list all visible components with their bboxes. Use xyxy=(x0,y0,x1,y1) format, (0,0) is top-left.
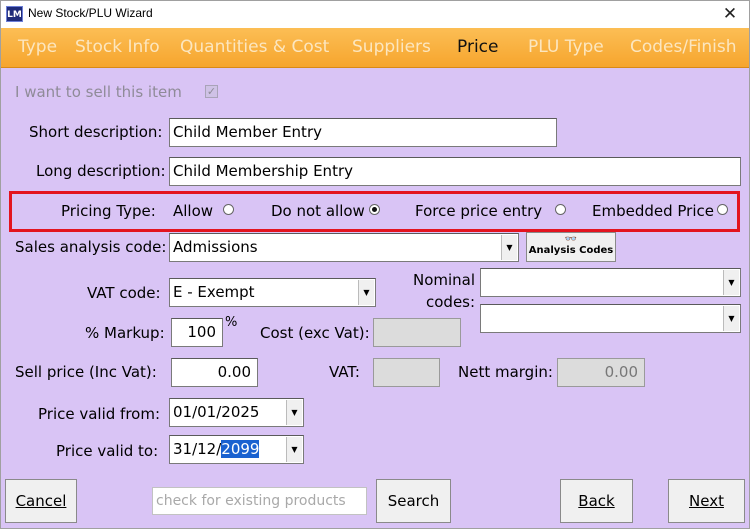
pricing-option-embedded-price-radio[interactable] xyxy=(717,204,728,215)
nett-margin-label: Nett margin: xyxy=(458,363,553,381)
short-description-label: Short description: xyxy=(29,123,163,141)
nominal-code-select-2[interactable]: ▼ xyxy=(480,304,741,333)
search-button[interactable]: Search xyxy=(376,479,451,523)
nominal-codes-label-line1: Nominal xyxy=(413,271,476,289)
tab-suppliers[interactable]: Suppliers xyxy=(352,37,431,57)
nominal-codes-label-line2: codes: xyxy=(426,293,476,311)
chevron-down-icon[interactable]: ▼ xyxy=(286,400,302,425)
markup-input[interactable]: 100 xyxy=(171,318,223,347)
pricing-option-do-not-allow-label: Do not allow xyxy=(271,202,365,220)
vat-code-label: VAT code: xyxy=(87,284,161,302)
title-bar: LM New Stock/PLU Wizard ✕ xyxy=(1,1,749,28)
short-description-input[interactable]: Child Member Entry xyxy=(169,118,557,147)
vat-input xyxy=(373,358,440,387)
chevron-down-icon[interactable]: ▼ xyxy=(286,437,302,462)
next-button[interactable]: Next xyxy=(668,479,745,523)
cost-label: Cost (exc Vat): xyxy=(260,324,370,342)
wizard-steps: Type Stock Info Quantities & Cost Suppli… xyxy=(1,28,749,68)
vat-code-select[interactable]: E - Exempt ▼ xyxy=(169,278,376,307)
pricing-option-do-not-allow-radio[interactable] xyxy=(369,204,380,215)
pricing-type-label: Pricing Type: xyxy=(61,202,156,220)
tab-plu-type[interactable]: PLU Type xyxy=(528,37,604,57)
long-description-label: Long description: xyxy=(36,162,166,180)
sell-item-label: I want to sell this item xyxy=(15,83,182,101)
chevron-down-icon[interactable]: ▼ xyxy=(358,280,374,305)
sales-analysis-label: Sales analysis code: xyxy=(15,238,167,256)
nominal-code-select-1[interactable]: ▼ xyxy=(480,268,741,297)
price-valid-from-label: Price valid from: xyxy=(38,405,161,423)
price-valid-to-year-selected: 2099 xyxy=(221,440,260,458)
app-logo-icon: LM xyxy=(6,6,23,22)
analysis-codes-label: Analysis Codes xyxy=(528,245,614,256)
long-description-input[interactable]: Child Membership Entry xyxy=(169,157,741,186)
tab-type[interactable]: Type xyxy=(18,37,57,57)
pricing-option-allow-radio[interactable] xyxy=(223,204,234,215)
glasses-icon: 👓 xyxy=(564,234,578,245)
window-title: New Stock/PLU Wizard xyxy=(28,6,153,20)
chevron-down-icon[interactable]: ▼ xyxy=(723,306,739,331)
wizard-window: LM New Stock/PLU Wizard ✕ Type Stock Inf… xyxy=(0,0,750,529)
close-icon[interactable]: ✕ xyxy=(719,3,741,25)
sell-item-checkbox[interactable]: ✓ xyxy=(205,85,218,98)
markup-label: % Markup: xyxy=(85,324,165,342)
cost-input xyxy=(373,318,461,347)
tab-price[interactable]: Price xyxy=(457,37,498,57)
tab-quantities-cost[interactable]: Quantities & Cost xyxy=(180,37,329,57)
cancel-button[interactable]: Cancel xyxy=(5,479,77,523)
tab-stock-info[interactable]: Stock Info xyxy=(75,37,160,57)
price-valid-to-date[interactable]: 31/12/2099 ▼ xyxy=(169,435,304,464)
price-valid-from-value: 01/01/2025 xyxy=(173,403,260,421)
sales-analysis-select[interactable]: Admissions ▼ xyxy=(169,233,519,262)
sales-analysis-value: Admissions xyxy=(173,238,258,256)
back-button[interactable]: Back xyxy=(560,479,633,523)
analysis-codes-button[interactable]: 👓 Analysis Codes xyxy=(526,232,616,262)
price-valid-to-day-month: 31/12/ xyxy=(173,440,222,458)
pricing-option-allow-label: Allow xyxy=(173,202,214,220)
sell-price-label: Sell price (Inc Vat): xyxy=(15,363,157,381)
sell-price-input[interactable]: 0.00 xyxy=(171,358,258,387)
vat-code-value: E - Exempt xyxy=(173,283,255,301)
pricing-option-force-price-label: Force price entry xyxy=(415,202,543,220)
search-existing-input[interactable]: check for existing products xyxy=(152,487,367,515)
vat-label: VAT: xyxy=(329,363,360,381)
pricing-option-force-price-radio[interactable] xyxy=(555,204,566,215)
tab-codes-finish[interactable]: Codes/Finish xyxy=(630,37,737,57)
markup-percent-unit: % xyxy=(225,315,238,330)
chevron-down-icon[interactable]: ▼ xyxy=(723,270,739,295)
price-valid-to-label: Price valid to: xyxy=(56,442,159,460)
chevron-down-icon[interactable]: ▼ xyxy=(501,235,517,260)
nett-margin-input: 0.00 xyxy=(557,358,645,387)
price-valid-from-date[interactable]: 01/01/2025 ▼ xyxy=(169,398,304,427)
pricing-option-embedded-price-label: Embedded Price xyxy=(592,202,714,220)
